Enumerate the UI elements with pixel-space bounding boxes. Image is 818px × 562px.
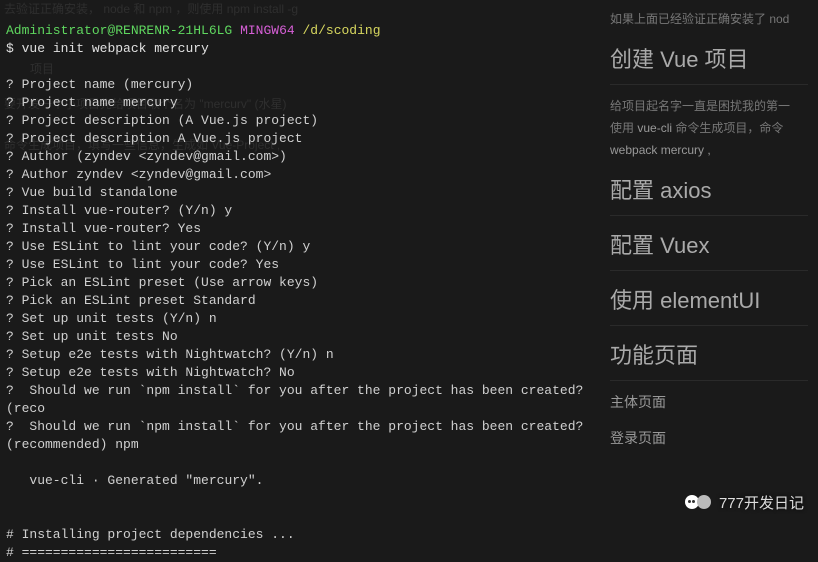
output-line: ? Author zyndev <zyndev@gmail.com> xyxy=(6,167,271,182)
output-line: # ========================= xyxy=(6,545,217,560)
heading-create-vue: 创建 Vue 项目 xyxy=(610,42,808,74)
output-line: ? Pick an ESLint preset (Use arrow keys) xyxy=(6,275,318,290)
output-line: ? Setup e2e tests with Nightwatch? No xyxy=(6,365,295,380)
output-line: ? Use ESLint to lint your code? (Y/n) y xyxy=(6,239,310,254)
heading-axios: 配置 axios xyxy=(610,173,808,205)
output-line: ? Install vue-router? Yes xyxy=(6,221,201,236)
sidebar-subitem: 主体页面 xyxy=(610,391,808,413)
terminal-output[interactable]: Administrator@RENRENR-21HL6LG MINGW64 /d… xyxy=(0,0,600,535)
divider xyxy=(610,215,808,216)
sidebar-note-code: webpack mercury , xyxy=(610,139,808,161)
output-line: ? Project description A Vue.js project xyxy=(6,131,302,146)
output-line: ? Use ESLint to lint your code? Yes xyxy=(6,257,279,272)
divider xyxy=(610,380,808,381)
sidebar-note: 给项目起名字一直是困扰我的第一 xyxy=(610,95,808,117)
wechat-icon xyxy=(685,491,711,513)
prompt-user-host: Administrator@RENRENR-21HL6LG xyxy=(6,23,232,38)
output-line: ? Project description (A Vue.js project) xyxy=(6,113,318,128)
output-line: ? Pick an ESLint preset Standard xyxy=(6,293,256,308)
output-line: ? Install vue-router? (Y/n) y xyxy=(6,203,232,218)
divider xyxy=(610,84,808,85)
watermark: 777开发日记 xyxy=(685,491,804,513)
watermark-text: 777开发日记 xyxy=(719,492,804,513)
sidebar-top-note: 如果上面已经验证正确安装了 nod xyxy=(610,8,808,30)
prompt-shell: MINGW64 xyxy=(240,23,295,38)
sidebar-note: 使用 vue-cli 命令生成项目，命令 xyxy=(610,117,808,139)
output-line: ? Author (zyndev <zyndev@gmail.com>) xyxy=(6,149,287,164)
output-line: ? Project name (mercury) xyxy=(6,77,193,92)
sidebar-panel: 如果上面已经验证正确安装了 nod 创建 Vue 项目 给项目起名字一直是困扰我… xyxy=(600,0,818,535)
output-line: ? Set up unit tests No xyxy=(6,329,178,344)
command-text: vue init webpack mercury xyxy=(22,41,209,56)
sidebar-subitem: 登录页面 xyxy=(610,427,808,449)
output-line: vue-cli · Generated "mercury". xyxy=(6,473,263,488)
heading-pages: 功能页面 xyxy=(610,338,808,370)
prompt-dollar: $ xyxy=(6,41,14,56)
output-line: ? Vue build standalone xyxy=(6,185,178,200)
prompt-cwd: /d/scoding xyxy=(302,23,380,38)
heading-elementui: 使用 elementUI xyxy=(610,283,808,315)
divider xyxy=(610,270,808,271)
heading-vuex: 配置 Vuex xyxy=(610,228,808,260)
divider xyxy=(610,325,808,326)
output-line: ? Set up unit tests (Y/n) n xyxy=(6,311,217,326)
output-line: ? Should we run `npm install` for you af… xyxy=(6,419,591,452)
output-line: ? Project name mercury xyxy=(6,95,178,110)
output-line: ? Setup e2e tests with Nightwatch? (Y/n)… xyxy=(6,347,334,362)
output-line: ? Should we run `npm install` for you af… xyxy=(6,383,591,416)
